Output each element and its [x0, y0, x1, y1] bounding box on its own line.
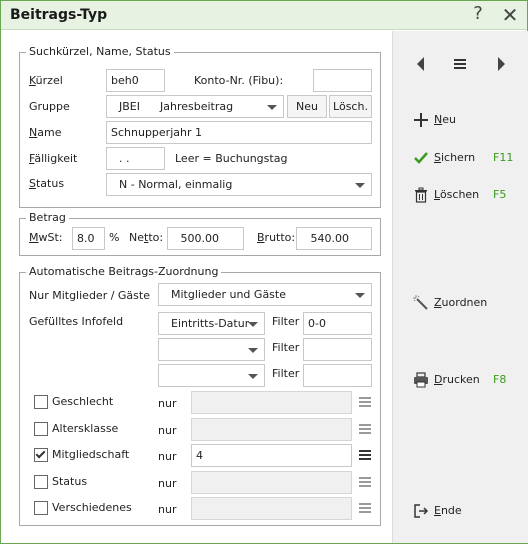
- gruppe-loeschen-button[interactable]: Lösch.: [329, 95, 372, 118]
- chevron-down-icon: [248, 322, 258, 327]
- chevron-down-icon: [248, 374, 258, 379]
- gruppe-code: JBEI: [119, 100, 140, 113]
- nur-mitglieder-label: Nur Mitglieder / Gäste: [29, 289, 150, 302]
- infofeld-label: Gefülltes Infofeld: [29, 315, 124, 328]
- gruppe-neu-button[interactable]: Neu: [287, 95, 327, 118]
- checkbox-status[interactable]: [34, 475, 48, 489]
- exit-icon: [414, 504, 429, 518]
- list-picker-icon[interactable]: [356, 391, 374, 413]
- kuerzel-input[interactable]: beh0: [106, 69, 165, 92]
- status-select[interactable]: N - Normal, einmalig: [106, 173, 372, 196]
- loeschen-button[interactable]: Löschen F5: [409, 185, 519, 207]
- kuerzel-label: Kürzel: [29, 74, 63, 87]
- name-label: Name: [29, 126, 62, 139]
- list-icon[interactable]: [451, 53, 469, 75]
- nur-label: nur: [158, 424, 177, 437]
- value-input-verschiedenes[interactable]: [191, 497, 352, 520]
- value-input-altersklasse[interactable]: [191, 418, 352, 441]
- checkmark-icon: [35, 448, 46, 459]
- gruppe-label: Gruppe: [29, 100, 70, 113]
- magic-wand-icon: [413, 295, 428, 310]
- netto-input[interactable]: 500.00: [167, 227, 244, 250]
- list-picker-icon[interactable]: [356, 444, 374, 466]
- printer-icon: [414, 372, 428, 388]
- checkbox-geschlecht[interactable]: [34, 395, 48, 409]
- next-icon[interactable]: [491, 54, 511, 74]
- chevron-down-icon: [355, 293, 365, 298]
- chevron-down-icon: [355, 183, 365, 188]
- loeschen-shortcut: F5: [493, 188, 507, 201]
- value-input-status[interactable]: [191, 471, 352, 494]
- action-sidebar: Neu Sichern F11 Löschen F5 Zuordnen Druc…: [392, 31, 528, 543]
- infofeld-select-3[interactable]: [158, 364, 265, 387]
- sichern-shortcut: F11: [493, 151, 514, 164]
- label-status: Status: [52, 475, 88, 488]
- faelligkeit-input[interactable]: . .: [106, 147, 165, 170]
- previous-icon[interactable]: [411, 54, 431, 74]
- form-pane: Suchkürzel, Name, Status Kürzel beh0 Kon…: [1, 31, 392, 543]
- nur-label: nur: [158, 477, 177, 490]
- nur-mitglieder-value: Mitglieder und Gäste: [171, 288, 286, 301]
- konto-input[interactable]: [313, 69, 372, 92]
- group-search-legend: Suchkürzel, Name, Status: [26, 45, 174, 58]
- neu-button[interactable]: Neu: [409, 110, 519, 132]
- chevron-down-icon: [248, 348, 258, 353]
- nur-label: nur: [158, 503, 177, 516]
- label-verschiedenes: Verschiedenes: [52, 501, 132, 514]
- value-input-mitgliedschaft[interactable]: 4: [191, 444, 352, 467]
- netto-label: Netto:: [129, 231, 164, 244]
- ende-button[interactable]: Ende: [409, 501, 519, 523]
- checkbox-altersklasse[interactable]: [34, 422, 48, 436]
- name-input[interactable]: Schnupperjahr 1: [106, 121, 372, 144]
- faelligkeit-hint: Leer = Buchungstag: [175, 152, 288, 165]
- title-bar: Beitrags-Typ ? ✕: [1, 1, 527, 30]
- chevron-down-icon: [267, 105, 277, 110]
- nur-label: nur: [158, 450, 177, 463]
- checkbox-verschiedenes[interactable]: [34, 501, 48, 515]
- infofeld-select-1[interactable]: Eintritts-Datum: [158, 312, 265, 335]
- list-picker-icon[interactable]: [356, 497, 374, 519]
- checkmark-icon: [414, 152, 428, 164]
- filter-label-1: Filter: [272, 315, 300, 328]
- label-altersklasse: Altersklasse: [52, 422, 119, 435]
- checkbox-mitgliedschaft[interactable]: [34, 448, 48, 462]
- infofeld-1-value: Eintritts-Datum: [171, 317, 249, 330]
- mwst-label: MwSt:: [29, 231, 63, 244]
- trash-icon: [415, 187, 427, 203]
- plus-icon: [414, 113, 428, 127]
- list-picker-icon[interactable]: [356, 418, 374, 440]
- filter-input-1[interactable]: 0-0: [303, 312, 372, 335]
- zuordnen-button[interactable]: Zuordnen: [409, 293, 519, 315]
- gruppe-name: Jahresbeitrag: [160, 100, 234, 113]
- infofeld-select-2[interactable]: [158, 338, 265, 361]
- brutto-input[interactable]: 540.00: [296, 227, 372, 250]
- mwst-input[interactable]: 8.0: [72, 227, 105, 250]
- gruppe-select[interactable]: JBEI Jahresbeitrag: [106, 95, 284, 118]
- drucken-shortcut: F8: [493, 373, 507, 386]
- window-title: Beitrags-Typ: [10, 7, 108, 23]
- filter-label-2: Filter: [272, 341, 300, 354]
- sichern-button[interactable]: Sichern F11: [409, 148, 519, 170]
- dialog-window: Beitrags-Typ ? ✕ Suchkürzel, Name, Statu…: [0, 0, 528, 544]
- group-betrag-legend: Betrag: [26, 211, 69, 224]
- group-zuordnung-legend: Automatische Beitrags-Zuordnung: [26, 265, 222, 278]
- value-input-geschlecht[interactable]: [191, 391, 352, 414]
- label-geschlecht: Geschlecht: [52, 395, 114, 408]
- filter-label-3: Filter: [272, 367, 300, 380]
- filter-input-2[interactable]: [303, 338, 372, 361]
- close-icon[interactable]: ✕: [500, 3, 520, 27]
- brutto-label: Brutto:: [257, 231, 296, 244]
- faelligkeit-label: Fälligkeit: [29, 152, 78, 165]
- konto-label: Konto-Nr. (Fibu):: [194, 74, 284, 87]
- list-picker-icon[interactable]: [356, 471, 374, 493]
- nur-mitglieder-select[interactable]: Mitglieder und Gäste: [158, 283, 372, 306]
- label-mitgliedschaft: Mitgliedschaft: [52, 448, 130, 461]
- status-value: N - Normal, einmalig: [119, 178, 233, 191]
- nur-label: nur: [158, 397, 177, 410]
- help-icon[interactable]: ?: [468, 3, 488, 27]
- mwst-unit: %: [109, 231, 120, 244]
- filter-input-3[interactable]: [303, 364, 372, 387]
- status-label: Status: [29, 177, 65, 190]
- drucken-button[interactable]: Drucken F8: [409, 370, 519, 392]
